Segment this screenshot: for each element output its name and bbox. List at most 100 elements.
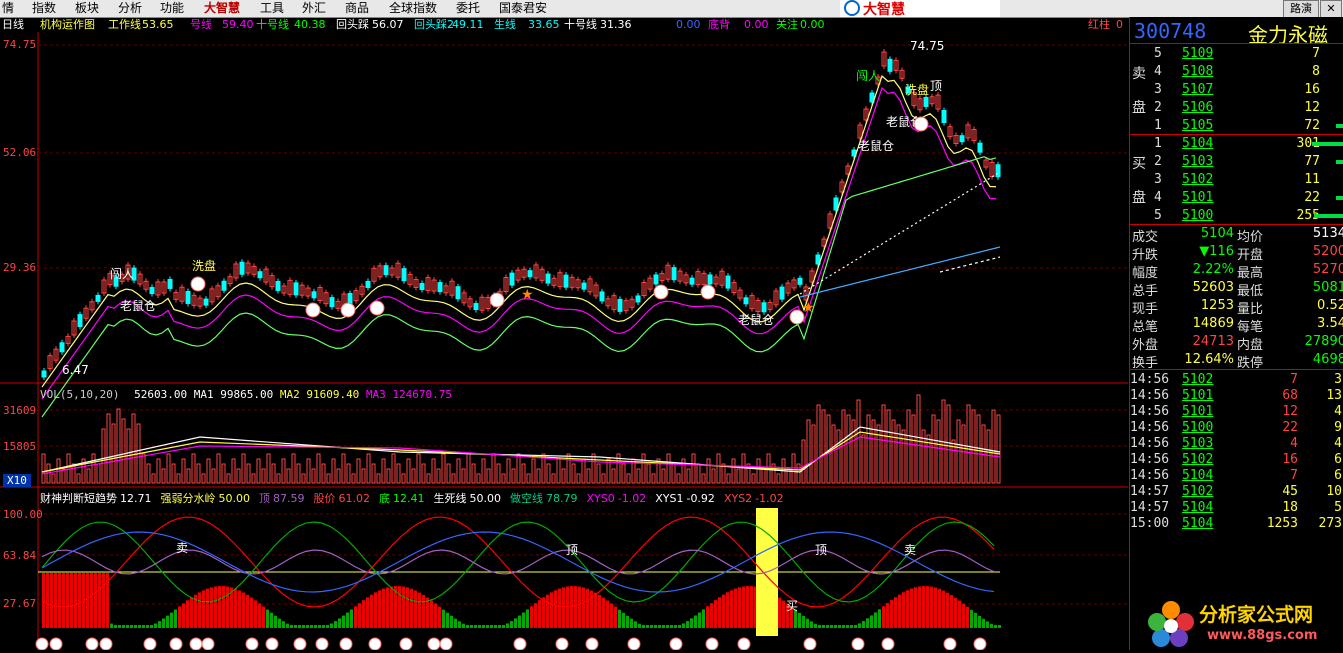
level: 3 bbox=[1154, 82, 1162, 97]
osc-bar bbox=[258, 603, 261, 628]
volume-bar bbox=[791, 453, 796, 484]
osc-bar bbox=[122, 625, 125, 628]
divider bbox=[1130, 224, 1343, 225]
volume-bar bbox=[151, 473, 156, 484]
osc-bar bbox=[510, 621, 513, 628]
osc-header-item: 做空线 bbox=[510, 492, 543, 505]
bid-row[interactable]: 2 5103 77 bbox=[1130, 153, 1343, 171]
osc-bar bbox=[882, 606, 885, 628]
osc-bar bbox=[850, 625, 853, 628]
osc-bar bbox=[102, 573, 105, 628]
menu-item-broker[interactable]: 国泰君安 bbox=[499, 2, 547, 15]
ask-row[interactable]: 4 5108 8 bbox=[1130, 63, 1343, 81]
volume-bar bbox=[241, 453, 246, 484]
price: 5102 bbox=[1182, 172, 1214, 187]
osc-bar bbox=[46, 573, 49, 628]
osc-bar bbox=[362, 600, 365, 628]
vol-scale-badge[interactable]: X10 bbox=[3, 474, 31, 487]
candle bbox=[77, 314, 83, 328]
bid-row[interactable]: 1 5104 301 bbox=[1130, 135, 1343, 153]
volume-bar bbox=[491, 453, 496, 484]
candle bbox=[563, 274, 569, 288]
menu-item-function[interactable]: 功能 bbox=[160, 2, 184, 15]
volume-bar bbox=[911, 414, 916, 484]
volume-bar bbox=[621, 463, 626, 484]
osc-bar bbox=[502, 625, 505, 628]
stat-label: 幅度 bbox=[1132, 266, 1159, 281]
smiley-icon bbox=[245, 637, 259, 651]
osc-bar bbox=[686, 621, 689, 628]
volume-bar bbox=[481, 458, 486, 484]
volume-bar bbox=[561, 468, 566, 484]
osc-bar bbox=[374, 592, 377, 628]
chart-canvas[interactable]: 74.756.47闯人闯人洗盘洗盘老鼠仓老鼠仓老鼠仓老鼠仓顶★★卖顶顶买卖 bbox=[0, 32, 1128, 651]
osc-header-item: 股价 bbox=[313, 492, 336, 505]
volume-bar bbox=[156, 458, 161, 484]
osc-bar bbox=[62, 573, 65, 628]
bid-row[interactable]: 4 5101 22 bbox=[1130, 189, 1343, 207]
volume-bar bbox=[806, 419, 811, 484]
menu-item-entrust[interactable]: 委托 bbox=[456, 2, 480, 15]
ask-row[interactable]: 2 5106 12 bbox=[1130, 99, 1343, 117]
vol-ma1-label: MA1 bbox=[193, 388, 214, 401]
menu-item-dzh[interactable]: 大智慧 bbox=[204, 2, 240, 15]
stat-value: 5200 bbox=[1312, 244, 1343, 259]
osc-bar bbox=[974, 612, 977, 628]
smiley-icon bbox=[803, 637, 817, 651]
roadshow-button[interactable]: 路演 bbox=[1283, 0, 1319, 18]
menu-item-quote[interactable]: 情 bbox=[2, 2, 14, 15]
osc-bar bbox=[226, 586, 229, 628]
volume-bar bbox=[996, 414, 1001, 484]
volume-bar bbox=[1336, 124, 1343, 128]
tick-count: 9 bbox=[1334, 420, 1342, 435]
volume-bar bbox=[96, 463, 101, 484]
menu-item-tools[interactable]: 工具 bbox=[260, 2, 284, 15]
menu-item-commodity[interactable]: 商品 bbox=[345, 2, 369, 15]
chart-panel[interactable]: 74.75 6.47 闯人 闯人 洗盘 洗盘 老鼠仓 老鼠仓 老鼠仓 老鼠仓顶 ★ ★ 卖顶顶买卖 74… bbox=[0, 32, 1128, 651]
stat-value: 4698 bbox=[1312, 352, 1343, 367]
stat-row: 总笔 14869 每笔 3.54 bbox=[1130, 316, 1343, 335]
volume: 77 bbox=[1304, 154, 1320, 169]
volume-bar bbox=[111, 423, 116, 484]
bid-row[interactable]: 5 5100 255 bbox=[1130, 207, 1343, 225]
menu-item-sector[interactable]: 板块 bbox=[75, 2, 99, 15]
volume: 72 bbox=[1304, 118, 1320, 133]
volume-bar bbox=[576, 473, 581, 484]
osc-bar bbox=[994, 625, 997, 628]
menu-item-analysis[interactable]: 分析 bbox=[118, 2, 142, 15]
osc-bar bbox=[286, 623, 289, 628]
osc-bar bbox=[702, 609, 705, 628]
osc-bar bbox=[142, 625, 145, 628]
osc-header-item: 61.02 bbox=[338, 492, 371, 505]
osc-bar bbox=[938, 588, 941, 628]
volume-bar bbox=[161, 468, 166, 484]
close-icon[interactable]: ✕ bbox=[1320, 0, 1342, 18]
price-axis-mid1: 52.06 bbox=[3, 146, 37, 159]
menu-item-global-index[interactable]: 全球指数 bbox=[389, 2, 437, 15]
osc-bar bbox=[534, 603, 537, 628]
price: 5107 bbox=[1182, 82, 1214, 97]
ask-row[interactable]: 5 5109 7 bbox=[1130, 45, 1343, 63]
osc-bar bbox=[590, 590, 593, 628]
osc-bar bbox=[918, 586, 921, 628]
candle bbox=[545, 273, 551, 284]
menu-item-index[interactable]: 指数 bbox=[32, 2, 56, 15]
menu-item-forex[interactable]: 外汇 bbox=[302, 2, 326, 15]
volume-bar bbox=[836, 429, 841, 484]
volume-bar bbox=[936, 419, 941, 484]
bid-row[interactable]: 3 5102 11 bbox=[1130, 171, 1343, 189]
osc-bar bbox=[962, 603, 965, 628]
indicator-value: 31.36 bbox=[600, 18, 632, 31]
osc-bar bbox=[506, 623, 509, 628]
tick-count: 4 bbox=[1334, 436, 1342, 451]
osc-bar bbox=[330, 623, 333, 628]
ask-row[interactable]: 3 5107 16 bbox=[1130, 81, 1343, 99]
candle bbox=[617, 298, 623, 312]
volume-bar bbox=[726, 473, 731, 484]
volume-bar bbox=[331, 458, 336, 484]
ask-row[interactable]: 1 5105 72 bbox=[1130, 117, 1343, 135]
chuang-ren-label: 闯人 bbox=[856, 68, 880, 83]
candle bbox=[293, 282, 299, 296]
candle bbox=[635, 295, 641, 303]
volume-bar bbox=[706, 458, 711, 484]
